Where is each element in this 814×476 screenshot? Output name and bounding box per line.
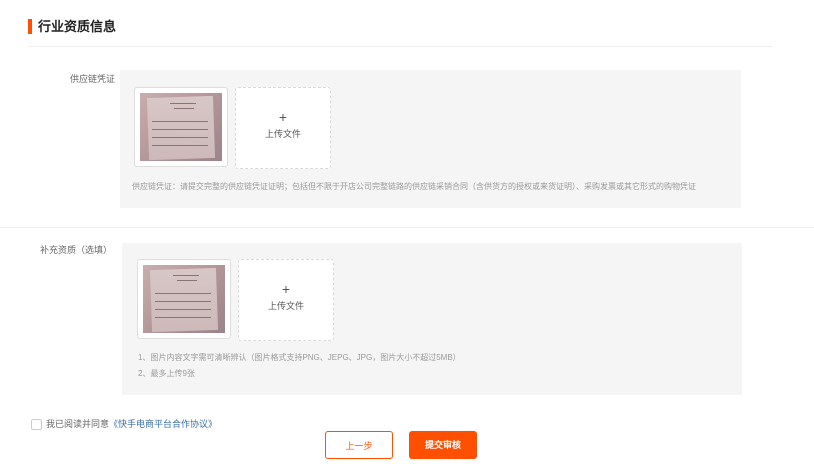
- page: 行业资质信息 供应链凭证 + 上传文件 供应链凭证：请提交完整的供应链凭证证明；…: [0, 0, 814, 476]
- plus-icon: +: [278, 109, 288, 125]
- supply-chain-hint: 供应链凭证：请提交完整的供应链凭证证明；包括但不限于开店公司完整链路的供应链采销…: [132, 182, 696, 191]
- agreement-prefix: 我已阅读并同意: [46, 419, 110, 429]
- supplement-upload-button[interactable]: + 上传文件: [238, 259, 334, 341]
- supply-chain-label: 供应链凭证: [69, 74, 115, 84]
- upload-button-label: 上传文件: [267, 301, 304, 311]
- supplement-uploaded-thumbnail[interactable]: [137, 259, 231, 339]
- section-accent-bar: [28, 19, 32, 34]
- supply-chain-uploaded-thumbnail[interactable]: [134, 87, 228, 167]
- section-divider: [0, 227, 814, 228]
- previous-step-button[interactable]: 上一步: [325, 431, 393, 459]
- supplement-hint-line-2: 2、最多上传9张: [138, 369, 195, 378]
- supply-chain-upload-button[interactable]: + 上传文件: [235, 87, 331, 169]
- supply-chain-upload-panel: + 上传文件 供应链凭证：请提交完整的供应链凭证证明；包括但不限于开店公司完整链…: [120, 70, 741, 208]
- document-photo-image: [143, 265, 225, 333]
- document-photo-image: [140, 93, 222, 161]
- section-title: 行业资质信息: [38, 19, 117, 34]
- agreement-checkbox[interactable]: [31, 419, 42, 430]
- submit-review-button[interactable]: 提交审核: [409, 431, 477, 459]
- section-header: 行业资质信息: [28, 16, 772, 47]
- agreement-link[interactable]: 《快手电商平台合作协议》: [109, 419, 217, 429]
- agreement-text: 我已阅读并同意《快手电商平台合作协议》: [46, 418, 217, 430]
- upload-button-label: 上传文件: [264, 129, 301, 139]
- supplement-label: 补充资质（选填）: [39, 245, 112, 255]
- plus-icon: +: [281, 281, 291, 297]
- supplement-upload-panel: + 上传文件 1、图片内容文字需可清晰辨认（图片格式支持PNG、JEPG、JPG…: [122, 243, 742, 395]
- supplement-hint-line-1: 1、图片内容文字需可清晰辨认（图片格式支持PNG、JEPG、JPG，图片大小不超…: [138, 353, 461, 362]
